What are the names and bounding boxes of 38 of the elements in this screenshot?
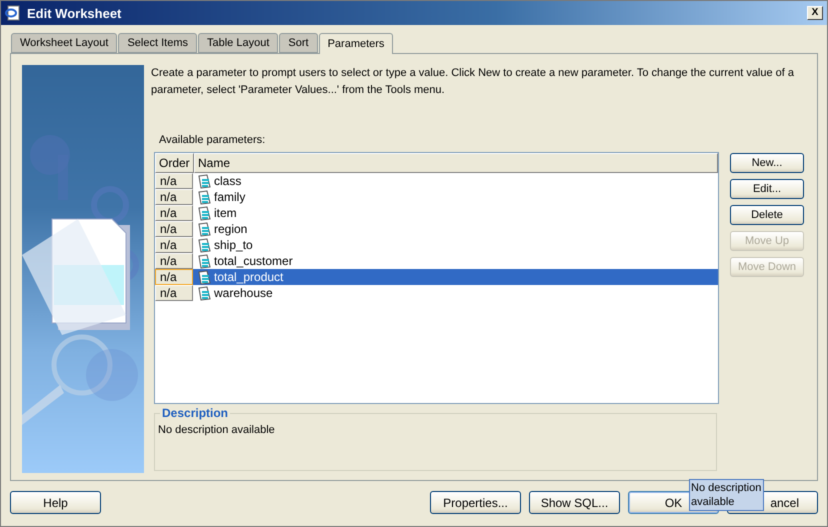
help-button[interactable]: Help [10, 491, 101, 514]
column-header[interactable]: Name [194, 153, 718, 173]
order-cell: n/a [155, 205, 193, 221]
order-cell: n/a [155, 189, 193, 205]
order-cell: n/a [155, 237, 193, 253]
dialog-button[interactable]: Show SQL... [529, 491, 620, 514]
close-button[interactable]: X [807, 6, 823, 20]
tab[interactable]: Select Items [118, 33, 197, 53]
parameter-item[interactable]: total_product [193, 269, 718, 285]
list-label: Available parameters: [159, 134, 266, 146]
window-title: Edit Worksheet [27, 6, 122, 20]
action-button[interactable]: Edit... [730, 179, 804, 199]
parameter-icon [197, 206, 212, 220]
tab[interactable]: Table Layout [198, 33, 278, 53]
order-cell: n/a [155, 285, 193, 301]
parameter-icon [197, 286, 212, 300]
app-icon [5, 5, 21, 21]
parameter-icon [197, 190, 212, 204]
parameter-icon [197, 222, 212, 236]
order-cell: n/a [155, 253, 193, 269]
instructions-text: Create a parameter to prompt users to select or type a value. Click New to create a new parameter. To change the current value of a parameter, select 'Parameter Values...' from the Tools menu. [151, 66, 796, 98]
order-cell: n/a [155, 173, 193, 189]
action-button[interactable]: Delete [730, 205, 804, 225]
order-cell: n/a [155, 269, 193, 285]
order-cell: n/a [155, 221, 193, 237]
parameter-icon [197, 254, 212, 268]
parameter-icon [197, 270, 212, 284]
action-button[interactable]: New... [730, 153, 804, 173]
tab[interactable]: Worksheet Layout [11, 33, 118, 53]
tab[interactable]: Sort [279, 33, 318, 53]
description-text: No description available [158, 424, 275, 436]
description-title: Description [161, 406, 230, 420]
tooltip: No description available [689, 479, 764, 511]
tab[interactable]: Parameters [318, 33, 394, 54]
parameter-icon [197, 238, 212, 252]
dialog-button[interactable]: Properties... [430, 491, 521, 514]
parameter-icon [197, 174, 212, 188]
column-header[interactable]: Order [155, 153, 194, 173]
